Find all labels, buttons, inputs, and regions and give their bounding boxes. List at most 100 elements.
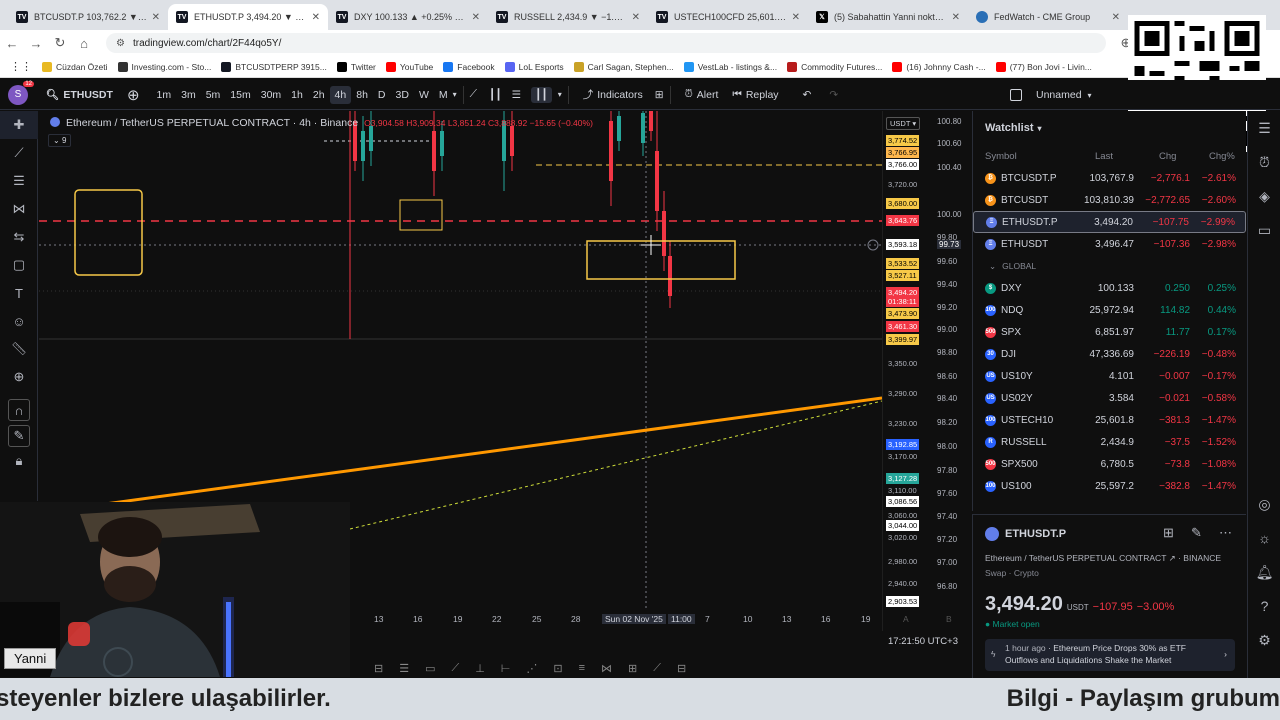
watchlist-section-global[interactable]: ⌄ GLOBAL (973, 255, 1246, 277)
redo-icon[interactable]: ↷ (829, 89, 838, 101)
tool-icon[interactable]: ⊢ (501, 662, 511, 678)
bookmark-item[interactable]: VestLab - listings &... (683, 61, 777, 72)
tool-icon[interactable]: ⟋ (452, 662, 460, 678)
notifications-icon[interactable]: 🔔︎ (1248, 555, 1280, 589)
reload-icon[interactable]: ↻ (48, 35, 72, 51)
settings-icon[interactable]: ⚙ (1248, 623, 1280, 657)
drawn-rectangle[interactable] (586, 240, 736, 280)
bookmark-item[interactable]: Facebook (443, 61, 495, 72)
watchlist-row[interactable]: 100 NDQ 25,972.94 114.82 0.44% (973, 299, 1246, 321)
indicators-button[interactable]: ⤴ Indicators (583, 87, 643, 102)
timeframe-W[interactable]: W (414, 86, 434, 104)
emoji-icon[interactable]: ☺ (0, 307, 38, 335)
browser-tab[interactable]: TV ETHUSDT.P 3,494.20 ▼ −3% Unnamed ✕ (168, 4, 328, 30)
col-chgp[interactable]: Chg% (1209, 151, 1235, 162)
bookmark-item[interactable]: Twitter (336, 61, 376, 72)
tool-icon[interactable]: ▭ (425, 662, 435, 678)
browser-tab[interactable]: TV USTECH100CFD 25,601.8 ▼ −1.47% ✕ (648, 4, 808, 30)
fib-retracement-icon[interactable]: ☰ (0, 167, 38, 195)
timeframe-3D[interactable]: 3D (391, 86, 414, 104)
timeframe-5m[interactable]: 5m (201, 86, 226, 104)
watchlist-row[interactable]: ₿ BTCUSDT.P 103,767.9 −2,776.1 −2.61% (973, 167, 1246, 189)
watchlist-row[interactable]: 500 SPX 6,851.97 11.77 0.17% (973, 321, 1246, 343)
apps-icon[interactable]: ⋮⋮ (10, 60, 32, 73)
timeframe-3m[interactable]: 3m (176, 86, 201, 104)
close-tab-icon[interactable]: ✕ (152, 12, 160, 23)
crosshair-icon[interactable]: ✚ (0, 111, 38, 139)
timeframe-1m[interactable]: 1m (152, 86, 177, 104)
browser-tab[interactable]: TV BTCUSDT.P 103,762.2 ▼ −2.61% ✕ (8, 4, 168, 30)
ruler-icon[interactable]: 📏︎ (0, 335, 38, 363)
home-icon[interactable]: ⌂ (72, 36, 96, 51)
timeframe-M[interactable]: M (434, 86, 453, 104)
tool-icon[interactable]: ⊥ (475, 662, 485, 678)
layers-icon[interactable]: ◈ (1248, 179, 1280, 213)
tool-icon[interactable]: ≡ (579, 662, 585, 678)
bookmark-item[interactable]: LoL Esports (504, 61, 564, 72)
help-icon[interactable]: ? (1248, 589, 1280, 623)
lock-icon[interactable]: 🔒︎ (0, 447, 38, 475)
timeframe-4h[interactable]: 4h (329, 85, 352, 104)
tool-icon[interactable]: ⋈ (601, 662, 612, 678)
grid-icon[interactable]: ⊞ (1163, 525, 1174, 541)
templates-icon[interactable]: ⊞ (655, 89, 664, 101)
indicators-collapse-button[interactable]: ⌄ 9 (48, 134, 72, 147)
price-axis[interactable]: USDT ▾ 3,774.52 3,766.95 3,766.00 3,720.00 3… (882, 111, 968, 631)
external-link-icon[interactable]: ↗ (1169, 553, 1176, 563)
timeframe-8h[interactable]: 8h (351, 86, 373, 104)
watchlist-row[interactable]: US US10Y 4.101 −0.007 −0.17% (973, 365, 1246, 387)
close-tab-icon[interactable]: ✕ (1112, 12, 1120, 23)
close-tab-icon[interactable]: ✕ (632, 12, 640, 23)
tool-icon[interactable]: ☰ (399, 662, 409, 678)
text-tool-icon[interactable]: T (0, 279, 38, 307)
watchlist-row[interactable]: 30 DJI 47,336.69 −226.19 −0.48% (973, 343, 1246, 365)
watchlist-row[interactable]: ₿ BTCUSDT 103,810.39 −2,772.65 −2.60% (973, 189, 1246, 211)
more-icon[interactable]: ⋯ (1219, 525, 1232, 541)
bar-style-line-icon[interactable]: ⟋ (470, 88, 477, 101)
watchlist-title-button[interactable]: Watchlist ▾ (973, 111, 1246, 145)
bookmark-item[interactable]: YouTube (385, 61, 433, 72)
tool-icon[interactable]: ⊡ (553, 662, 562, 678)
watchlist-row[interactable]: $ DXY 100.133 0.250 0.25% (973, 277, 1246, 299)
details-symbol[interactable]: ETHUSDT.P (985, 527, 1066, 541)
drawn-rectangle[interactable] (74, 189, 143, 276)
bookmark-item[interactable]: BTCUSDTPERP 3915... (221, 61, 327, 72)
browser-tab[interactable]: FedWatch - CME Group ✕ (968, 4, 1128, 30)
watchlist-row[interactable]: 500 SPX500 6,780.5 −73.8 −1.08% (973, 453, 1246, 475)
chart-type-dropdown-icon[interactable]: ▾ (558, 90, 562, 99)
bookmark-item[interactable]: (16) Johnny Cash -... (892, 61, 986, 72)
url-input[interactable]: ⚙ tradingview.com/chart/2F44qo5Y/ (106, 33, 1106, 53)
drawn-rectangle[interactable] (399, 199, 443, 231)
bookmark-item[interactable]: Investing.com - Sto... (117, 61, 211, 72)
watchlist-row[interactable]: R RUSSELL 2,434.9 −37.5 −1.52% (973, 431, 1246, 453)
zoom-in-icon[interactable]: ⊕ (0, 363, 38, 391)
avatar[interactable]: S 12 (8, 80, 34, 105)
tool-icon[interactable]: ⊟ (677, 662, 686, 678)
close-tab-icon[interactable]: ✕ (952, 12, 960, 23)
target-icon[interactable]: ◎ (1248, 487, 1280, 521)
tool-icon[interactable]: ⟋ (653, 662, 661, 678)
alert-button[interactable]: ⏰︎ Alert (685, 88, 719, 101)
watchlist-row[interactable]: 100 USTECH10 25,601.8 −381.3 −1.47% (973, 409, 1246, 431)
news-item[interactable]: ϟ 1 hour ago · Ethereum Price Drops 30% … (985, 639, 1235, 671)
edit-icon[interactable]: ✎ (1191, 525, 1202, 541)
watchlist-row[interactable]: Ξ ETHUSDT.P 3,494.20 −107.75 −2.99% (973, 211, 1246, 233)
alerts-icon[interactable]: ⏰︎ (1248, 145, 1280, 179)
browser-tab[interactable]: TV RUSSELL 2,434.9 ▼ −1.52% Unnamed ✕ (488, 4, 648, 30)
back-icon[interactable]: ← (0, 36, 24, 51)
close-tab-icon[interactable]: ✕ (312, 12, 320, 23)
prediction-icon[interactable]: ⇆ (0, 223, 38, 251)
bars-icon[interactable]: ☰ (512, 89, 521, 101)
watchlist-row[interactable]: 100 US100 25,597.2 −382.8 −1.47% (973, 475, 1246, 497)
currency-selector[interactable]: USDT ▾ (886, 117, 921, 130)
col-chg[interactable]: Chg (1159, 151, 1176, 162)
col-last[interactable]: Last (1095, 151, 1113, 162)
candles-icon[interactable]: ┃┃ (489, 89, 502, 101)
magnet-icon[interactable]: ∩ (8, 399, 30, 421)
tool-icon[interactable]: ⊟ (374, 662, 383, 678)
site-info-icon[interactable]: ⚙ (116, 38, 125, 49)
trend-line-icon[interactable]: ⟋ (0, 139, 38, 167)
geometric-shapes-icon[interactable]: ▢ (0, 251, 38, 279)
tool-icon[interactable]: ⊞ (628, 662, 637, 678)
undo-icon[interactable]: ↶ (803, 89, 812, 101)
